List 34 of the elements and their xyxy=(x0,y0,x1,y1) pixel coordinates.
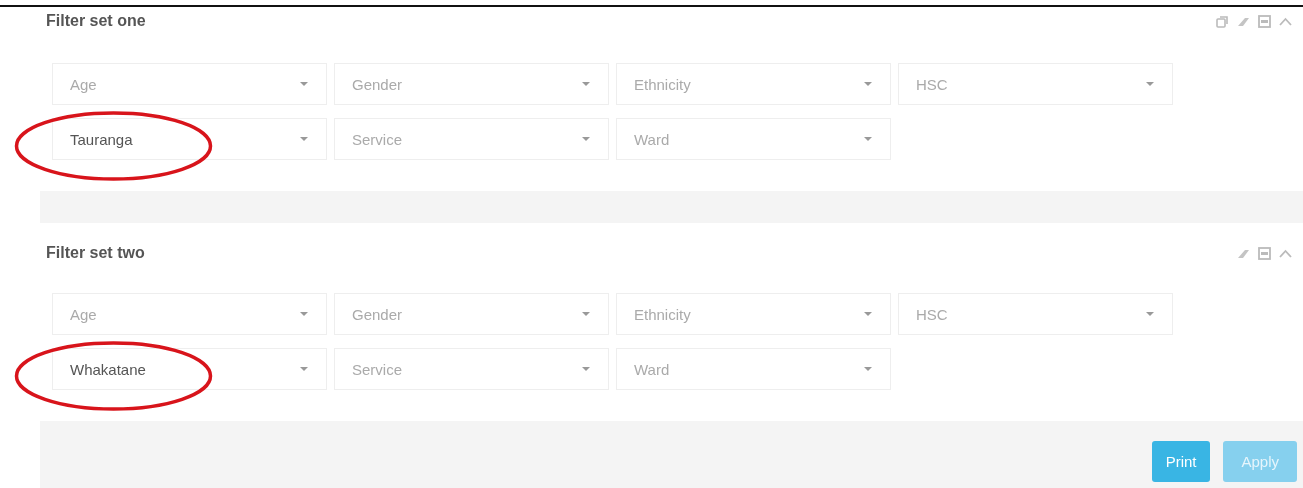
dropdown-field[interactable]: Age xyxy=(52,63,327,105)
maximize-icon[interactable] xyxy=(1257,13,1272,29)
dropdown-field[interactable]: Age xyxy=(52,293,327,335)
caret-icon xyxy=(300,367,308,371)
caret-icon xyxy=(1146,312,1154,316)
dropdown-field[interactable]: Service xyxy=(334,118,609,160)
dropdown-field[interactable]: Whakatane xyxy=(52,348,327,390)
dropdown-field[interactable]: Gender xyxy=(334,293,609,335)
caret-icon xyxy=(300,137,308,141)
caret-icon xyxy=(1146,82,1154,86)
caret-icon xyxy=(582,367,590,371)
dropdown-field[interactable]: Ward xyxy=(616,348,891,390)
caret-icon xyxy=(864,137,872,141)
caret-icon xyxy=(300,82,308,86)
dropdown-field[interactable]: HSC xyxy=(898,63,1173,105)
caret-icon xyxy=(864,312,872,316)
dropdown-field[interactable]: Ward xyxy=(616,118,891,160)
panel-title: Filter set one xyxy=(46,12,146,30)
action-button[interactable]: Print xyxy=(1151,441,1211,482)
caret-icon xyxy=(582,82,590,86)
caret-icon xyxy=(300,312,308,316)
dropdown-field[interactable]: Ethnicity xyxy=(616,293,891,335)
maximize-icon[interactable] xyxy=(1257,245,1272,261)
panel-title: Filter set two xyxy=(46,244,145,262)
dropdown-field[interactable]: HSC xyxy=(898,293,1173,335)
dropdown-field[interactable]: Ethnicity xyxy=(616,63,891,105)
caret-icon xyxy=(582,137,590,141)
dropdown-field[interactable]: Tauranga xyxy=(52,118,327,160)
caret-icon xyxy=(864,82,872,86)
dropdown-field[interactable]: Service xyxy=(334,348,609,390)
caret-icon xyxy=(582,312,590,316)
dropdown-field[interactable]: Gender xyxy=(334,63,609,105)
caret-icon xyxy=(864,367,872,371)
copy-icon[interactable] xyxy=(1215,13,1230,29)
